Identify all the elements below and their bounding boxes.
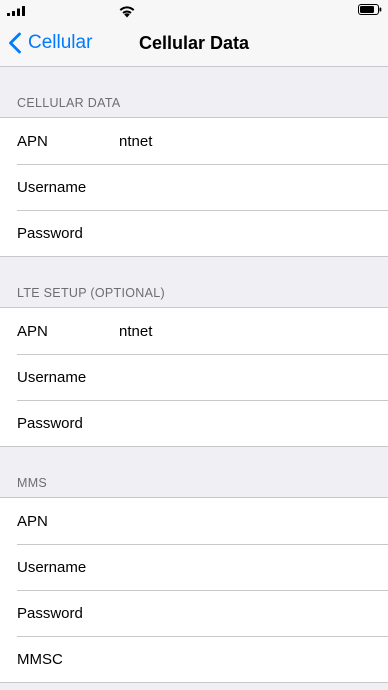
group-mms: APN Username Password MMSC bbox=[0, 497, 388, 683]
cellular-data-username-field[interactable] bbox=[119, 178, 378, 196]
settings-list: CELLULAR DATA APN Username Password LTE … bbox=[0, 67, 388, 683]
section-header-mms: MMS bbox=[17, 476, 48, 490]
field-label: APN bbox=[17, 322, 48, 340]
lte-username-row[interactable]: Username bbox=[0, 354, 388, 400]
cellular-data-username-row[interactable]: Username bbox=[0, 164, 388, 210]
mms-password-row[interactable]: Password bbox=[0, 590, 388, 636]
mms-password-field[interactable] bbox=[119, 604, 378, 622]
lte-password-row[interactable]: Password bbox=[0, 400, 388, 446]
cellular-signal-icon bbox=[7, 6, 25, 16]
lte-apn-row[interactable]: APN bbox=[0, 308, 388, 354]
field-label: APN bbox=[17, 132, 48, 150]
lte-apn-field[interactable] bbox=[119, 322, 378, 340]
mms-apn-row[interactable]: APN bbox=[0, 498, 388, 544]
field-label: Password bbox=[17, 604, 83, 622]
field-label: Password bbox=[17, 224, 83, 242]
navigation-bar: Cellular Cellular Data bbox=[0, 20, 388, 67]
mms-mmsc-row[interactable]: MMSC bbox=[0, 636, 388, 682]
mms-username-field[interactable] bbox=[119, 558, 378, 576]
field-label: Username bbox=[17, 178, 87, 196]
battery-icon bbox=[358, 4, 382, 15]
field-label: Password bbox=[17, 414, 83, 432]
group-cellular-data: APN Username Password bbox=[0, 117, 388, 257]
field-label: Username bbox=[17, 558, 87, 576]
wifi-icon bbox=[119, 6, 135, 18]
page-title: Cellular Data bbox=[138, 33, 250, 53]
field-label: Username bbox=[17, 368, 87, 386]
screen: Cellular Cellular Data CELLULAR DATA APN… bbox=[0, 0, 388, 690]
mms-username-row[interactable]: Username bbox=[0, 544, 388, 590]
group-lte-setup: APN Username Password bbox=[0, 307, 388, 447]
status-bar bbox=[0, 0, 388, 20]
cellular-data-password-field[interactable] bbox=[119, 224, 378, 242]
section-header-lte-setup: LTE SETUP (OPTIONAL) bbox=[17, 286, 165, 300]
mms-mmsc-field[interactable] bbox=[119, 650, 378, 668]
field-label: MMSC bbox=[17, 650, 63, 668]
mms-apn-field[interactable] bbox=[119, 512, 378, 530]
field-label: APN bbox=[17, 512, 48, 530]
cellular-data-apn-row[interactable]: APN bbox=[0, 118, 388, 164]
cellular-data-password-row[interactable]: Password bbox=[0, 210, 388, 256]
lte-password-field[interactable] bbox=[119, 414, 378, 432]
cellular-data-apn-field[interactable] bbox=[119, 132, 378, 150]
section-header-cellular-data: CELLULAR DATA bbox=[17, 96, 121, 110]
lte-username-field[interactable] bbox=[119, 368, 378, 386]
